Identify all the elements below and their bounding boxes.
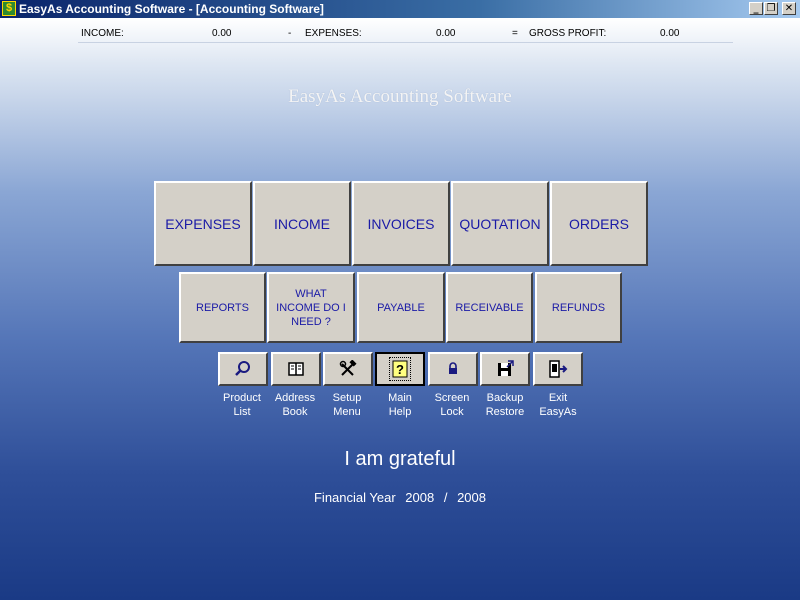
app-dollar-icon[interactable]: $ — [2, 1, 16, 16]
expenses-button[interactable]: EXPENSES — [154, 181, 252, 266]
main-help-button[interactable]: ? — [375, 352, 425, 386]
backup-restore-button[interactable] — [480, 352, 530, 386]
expenses-label: EXPENSES: — [305, 28, 362, 39]
window-title: EasyAs Accounting Software - [Accounting… — [19, 2, 324, 16]
setup-menu-button[interactable] — [323, 352, 373, 386]
refunds-button[interactable]: REFUNDS — [535, 272, 622, 343]
financial-year-end[interactable]: 2008 — [457, 490, 486, 505]
floppy-disk-icon — [498, 360, 514, 376]
payable-button[interactable]: PAYABLE — [357, 272, 445, 343]
invoices-button[interactable]: INVOICES — [352, 181, 450, 266]
financial-year-start[interactable]: 2008 — [405, 490, 434, 505]
gross-profit-value: 0.00 — [660, 28, 680, 39]
reports-button[interactable]: REPORTS — [179, 272, 266, 343]
title-bar[interactable]: $ EasyAs Accounting Software - [Accounti… — [0, 0, 800, 18]
tools-icon — [339, 360, 357, 376]
address-book-button[interactable] — [271, 352, 321, 386]
main-panel: INCOME: 0.00 - EXPENSES: 0.00 = GROSS PR… — [0, 18, 800, 600]
address-book-icon — [288, 362, 304, 376]
minimize-button[interactable]: _ — [749, 2, 763, 15]
income-value: 0.00 — [212, 28, 232, 39]
lock-icon — [449, 362, 457, 374]
income-label: INCOME: — [81, 28, 124, 39]
magnifier-icon — [235, 361, 250, 376]
income-button[interactable]: INCOME — [253, 181, 351, 266]
app-heading: EasyAs Accounting Software — [288, 86, 512, 107]
backup-restore-label: Backup Restore — [485, 392, 525, 418]
receivable-button[interactable]: RECEIVABLE — [446, 272, 533, 343]
close-button[interactable]: ✕ — [782, 2, 796, 15]
restore-button[interactable]: ❐ — [764, 2, 778, 15]
what-income-do-i-need-button[interactable]: WHAT INCOME DO I NEED ? — [267, 272, 355, 343]
orders-button[interactable]: ORDERS — [550, 181, 648, 266]
svg-text:?: ? — [396, 362, 404, 377]
summary-divider — [78, 42, 733, 43]
product-list-button[interactable] — [218, 352, 268, 386]
screen-lock-button[interactable] — [428, 352, 478, 386]
quotation-button[interactable]: QUOTATION — [451, 181, 549, 266]
main-help-label: Main Help — [388, 392, 412, 418]
equals-sign: = — [512, 28, 518, 39]
screen-lock-label: Screen Lock — [434, 392, 470, 418]
exit-easyas-label: Exit EasyAs — [539, 392, 577, 418]
financial-year-separator: / — [443, 490, 448, 505]
exit-door-icon — [549, 360, 568, 378]
minus-sign: - — [288, 28, 292, 39]
setup-menu-label: Setup Menu — [332, 392, 362, 418]
product-list-label: Product List — [223, 392, 261, 418]
help-icon: ? — [389, 357, 411, 381]
financial-year-label: Financial Year — [313, 490, 396, 505]
gross-profit-label: GROSS PROFIT: — [529, 28, 607, 39]
address-book-label: Address Book — [274, 392, 316, 418]
expenses-value: 0.00 — [436, 28, 456, 39]
exit-easyas-button[interactable] — [533, 352, 583, 386]
tagline: I am grateful — [344, 448, 456, 470]
financial-year: Financial Year 2008 / 2008 — [0, 490, 800, 505]
